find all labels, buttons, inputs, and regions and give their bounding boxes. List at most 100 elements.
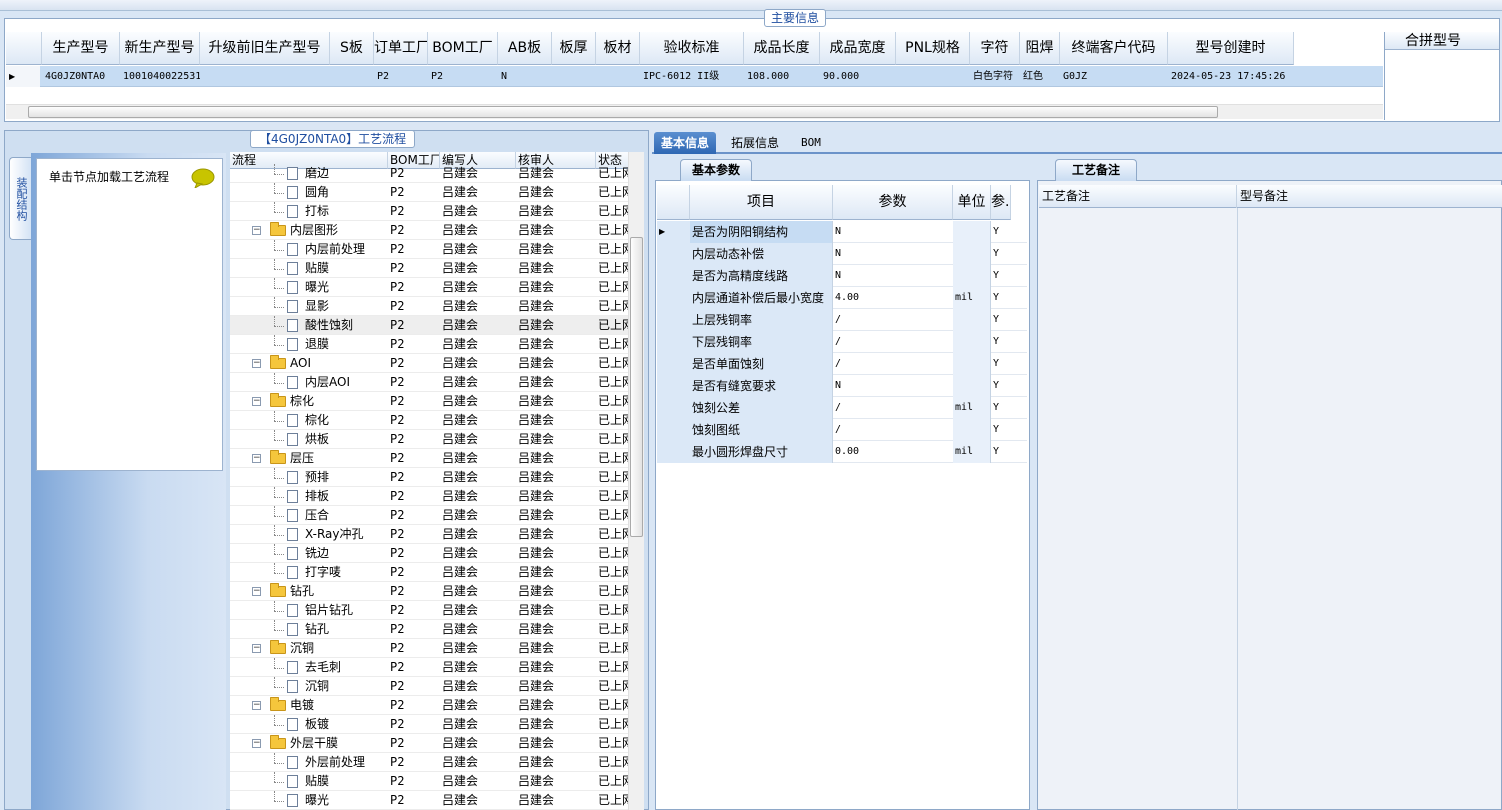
collapse-icon[interactable]: − bbox=[252, 739, 261, 748]
param-value[interactable]: / bbox=[833, 419, 953, 441]
param-value[interactable]: / bbox=[833, 353, 953, 375]
column-header[interactable]: 新生产型号 bbox=[120, 32, 200, 65]
column-header[interactable]: BOM工厂 bbox=[428, 32, 498, 65]
tree-row[interactable]: 曝光 P2 吕建会 吕建会 已上网 bbox=[230, 791, 634, 810]
column-header[interactable]: 板厚 bbox=[552, 32, 596, 65]
tree-row[interactable]: 酸性蚀刻 P2 吕建会 吕建会 已上网 bbox=[230, 316, 634, 335]
params-column-header[interactable]: 参数 bbox=[833, 185, 953, 220]
tree-row[interactable]: 打标 P2 吕建会 吕建会 已上网 bbox=[230, 202, 634, 221]
table-cell[interactable] bbox=[596, 66, 640, 87]
collapse-icon[interactable]: − bbox=[252, 454, 261, 463]
tree-row[interactable]: − 内层图形 P2 吕建会 吕建会 已上网 bbox=[230, 221, 634, 240]
tab-extended-info[interactable]: 拓展信息 bbox=[724, 132, 786, 154]
table-cell[interactable]: 2024-05-23 17:45:26 bbox=[1168, 66, 1294, 87]
params-row[interactable]: 最小圆形焊盘尺寸 0.00 mil Y bbox=[657, 441, 1027, 463]
tree-row[interactable]: 贴膜 P2 吕建会 吕建会 已上网 bbox=[230, 259, 634, 278]
table-cell[interactable]: IPC-6012 II级 bbox=[640, 66, 744, 87]
column-header[interactable]: 阻焊 bbox=[1020, 32, 1060, 65]
tree-row[interactable]: X-Ray冲孔 P2 吕建会 吕建会 已上网 bbox=[230, 525, 634, 544]
tree-row[interactable]: 内层AOI P2 吕建会 吕建会 已上网 bbox=[230, 373, 634, 392]
params-row[interactable]: ▶ 是否为阴阳铜结构 N Y bbox=[657, 221, 1027, 243]
tree-row[interactable]: − 电镀 P2 吕建会 吕建会 已上网 bbox=[230, 696, 634, 715]
column-header[interactable]: S板 bbox=[330, 32, 374, 65]
params-row[interactable]: 上层残铜率 / Y bbox=[657, 309, 1027, 331]
tree-row[interactable]: 钻孔 P2 吕建会 吕建会 已上网 bbox=[230, 620, 634, 639]
column-header[interactable]: PNL规格 bbox=[896, 32, 970, 65]
collapse-icon[interactable]: − bbox=[252, 587, 261, 596]
column-header[interactable]: 订单工厂 bbox=[374, 32, 428, 65]
param-value[interactable]: N bbox=[833, 375, 953, 397]
tree-row[interactable]: − AOI P2 吕建会 吕建会 已上网 bbox=[230, 354, 634, 373]
process-flow-tree[interactable]: 流程 BOM工厂 编写人 核审人 状态 磨边 P2 吕建会 吕建会 已上网 圆角 P2 吕建会 吕建会 已上… bbox=[230, 152, 644, 810]
scrollbar-thumb[interactable] bbox=[630, 237, 643, 537]
column-header[interactable]: 验收标准 bbox=[640, 32, 744, 65]
collapse-icon[interactable]: − bbox=[252, 644, 261, 653]
params-column-header[interactable]: 单位 bbox=[953, 185, 991, 220]
param-value[interactable]: / bbox=[833, 309, 953, 331]
param-value[interactable]: / bbox=[833, 331, 953, 353]
column-header[interactable]: 升级前旧生产型号 bbox=[200, 32, 330, 65]
tree-row[interactable]: 打字唛 P2 吕建会 吕建会 已上网 bbox=[230, 563, 634, 582]
collapse-icon[interactable]: − bbox=[252, 226, 261, 235]
table-cell[interactable]: G0JZ bbox=[1060, 66, 1168, 87]
column-header[interactable]: 成品宽度 bbox=[820, 32, 896, 65]
table-cell[interactable]: 108.000 bbox=[744, 66, 820, 87]
collapse-icon[interactable]: − bbox=[252, 397, 261, 406]
tree-row[interactable]: 沉铜 P2 吕建会 吕建会 已上网 bbox=[230, 677, 634, 696]
params-row[interactable]: 蚀刻公差 / mil Y bbox=[657, 397, 1027, 419]
column-header[interactable]: 终端客户代码 bbox=[1060, 32, 1168, 65]
tree-row[interactable]: 排板 P2 吕建会 吕建会 已上网 bbox=[230, 487, 634, 506]
table-cell[interactable]: 10010400225319 bbox=[120, 66, 200, 87]
table-cell[interactable]: P2 bbox=[428, 66, 498, 87]
tree-row[interactable]: 板镀 P2 吕建会 吕建会 已上网 bbox=[230, 715, 634, 734]
tree-row[interactable]: 显影 P2 吕建会 吕建会 已上网 bbox=[230, 297, 634, 316]
param-value[interactable]: N bbox=[833, 243, 953, 265]
params-row[interactable]: 内层通道补偿后最小宽度 4.00 mil Y bbox=[657, 287, 1027, 309]
tab-bom[interactable]: BOM bbox=[794, 132, 828, 154]
scrollbar-thumb[interactable] bbox=[28, 106, 1218, 118]
tree-row[interactable]: 外层前处理 P2 吕建会 吕建会 已上网 bbox=[230, 753, 634, 772]
table-cell[interactable] bbox=[896, 66, 970, 87]
collapse-icon[interactable]: − bbox=[252, 359, 261, 368]
table-cell[interactable] bbox=[552, 66, 596, 87]
tree-row[interactable]: 内层前处理 P2 吕建会 吕建会 已上网 bbox=[230, 240, 634, 259]
tree-row[interactable]: − 棕化 P2 吕建会 吕建会 已上网 bbox=[230, 392, 634, 411]
params-column-header[interactable]: 项目 bbox=[690, 185, 833, 220]
table-cell[interactable]: N bbox=[498, 66, 552, 87]
collapse-icon[interactable]: − bbox=[252, 701, 261, 710]
params-row[interactable]: 是否单面蚀刻 / Y bbox=[657, 353, 1027, 375]
tree-vertical-scrollbar[interactable] bbox=[628, 152, 644, 810]
table-cell[interactable]: 4G0JZ0NTA0 bbox=[42, 66, 120, 87]
params-row[interactable]: 内层动态补偿 N Y bbox=[657, 243, 1027, 265]
tree-row[interactable]: 退膜 P2 吕建会 吕建会 已上网 bbox=[230, 335, 634, 354]
tree-row[interactable]: 曝光 P2 吕建会 吕建会 已上网 bbox=[230, 278, 634, 297]
tree-row[interactable]: 贴膜 P2 吕建会 吕建会 已上网 bbox=[230, 772, 634, 791]
table-cell[interactable]: P2 bbox=[374, 66, 428, 87]
params-column-header[interactable]: 参.. bbox=[991, 185, 1011, 220]
column-header[interactable]: 板材 bbox=[596, 32, 640, 65]
column-header[interactable]: 成品长度 bbox=[744, 32, 820, 65]
params-row[interactable]: 下层残铜率 / Y bbox=[657, 331, 1027, 353]
tab-basic-info[interactable]: 基本信息 bbox=[654, 132, 717, 154]
params-row[interactable]: 是否有缝宽要求 N Y bbox=[657, 375, 1027, 397]
column-header[interactable]: AB板 bbox=[498, 32, 552, 65]
tree-row[interactable]: − 钻孔 P2 吕建会 吕建会 已上网 bbox=[230, 582, 634, 601]
basic-params-grid[interactable]: 项目参数单位参..▶是否为阴阳铜结构NY内层动态补偿NY是否为高精度线路NY内层… bbox=[657, 185, 1027, 465]
table-cell[interactable] bbox=[330, 66, 374, 87]
column-header[interactable]: 生产型号 bbox=[42, 32, 120, 65]
table-cell[interactable]: 红色 bbox=[1020, 66, 1060, 87]
params-corner-cell[interactable] bbox=[657, 185, 690, 220]
tree-row[interactable]: 棕化 P2 吕建会 吕建会 已上网 bbox=[230, 411, 634, 430]
column-header[interactable]: 字符 bbox=[970, 32, 1020, 65]
table-cell[interactable] bbox=[200, 66, 330, 87]
tree-row[interactable]: − 沉铜 P2 吕建会 吕建会 已上网 bbox=[230, 639, 634, 658]
param-value[interactable]: 0.00 bbox=[833, 441, 953, 463]
tree-row[interactable]: − 层压 P2 吕建会 吕建会 已上网 bbox=[230, 449, 634, 468]
param-value[interactable]: 4.00 bbox=[833, 287, 953, 309]
load-flow-box[interactable]: 单击节点加载工艺流程 bbox=[36, 158, 223, 471]
param-value[interactable]: / bbox=[833, 397, 953, 419]
side-tab-assembly-structure[interactable]: 装配结构 bbox=[9, 157, 31, 240]
tree-row[interactable]: 去毛刺 P2 吕建会 吕建会 已上网 bbox=[230, 658, 634, 677]
params-row[interactable]: 是否为高精度线路 N Y bbox=[657, 265, 1027, 287]
tree-row[interactable]: 烘板 P2 吕建会 吕建会 已上网 bbox=[230, 430, 634, 449]
